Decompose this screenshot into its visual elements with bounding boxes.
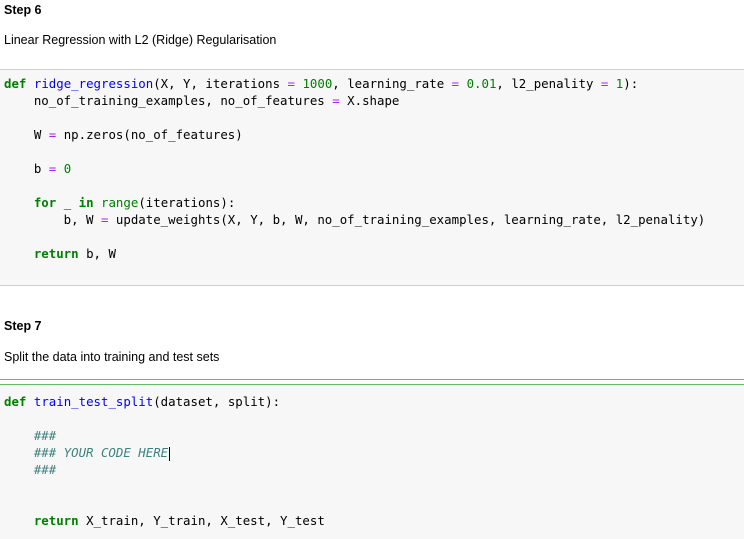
code-line-return: return b, W (33, 246, 116, 261)
code-line-return: return X_train, Y_train, X_test, Y_test (33, 513, 325, 528)
code-comment: ### (4, 462, 57, 477)
code-comment-your-code-here[interactable]: ### YOUR CODE HERE (4, 445, 171, 461)
text-cursor (169, 446, 171, 461)
code-comment: ### (4, 428, 57, 443)
code-line-bias: b = 0 (4, 161, 72, 176)
active-cell-indicator (0, 379, 744, 380)
step-7-description: Split the data into training and test se… (4, 350, 220, 364)
code-line-def: def ridge_regression(X, Y, iterations = … (4, 76, 639, 91)
step-6-description: Linear Regression with L2 (Ridge) Regula… (4, 33, 277, 47)
step-7-heading: Step 7 (4, 319, 42, 333)
code-line-shape: no_of_training_examples, no_of_features … (4, 93, 400, 108)
code-line-for: for _ in range(iterations): (33, 195, 236, 210)
code-line-zeros: W = np.zeros(no_of_features) (4, 127, 243, 142)
code-cell-train-test-split[interactable]: def train_test_split(dataset, split): ##… (0, 384, 744, 539)
code-line-update: b, W = update_weights(X, Y, b, W, no_of_… (4, 212, 706, 227)
code-line-def: def train_test_split(dataset, split): (4, 394, 281, 409)
code-cell-ridge-regression[interactable]: def ridge_regression(X, Y, iterations = … (0, 69, 744, 286)
step-6-heading: Step 6 (4, 3, 42, 17)
